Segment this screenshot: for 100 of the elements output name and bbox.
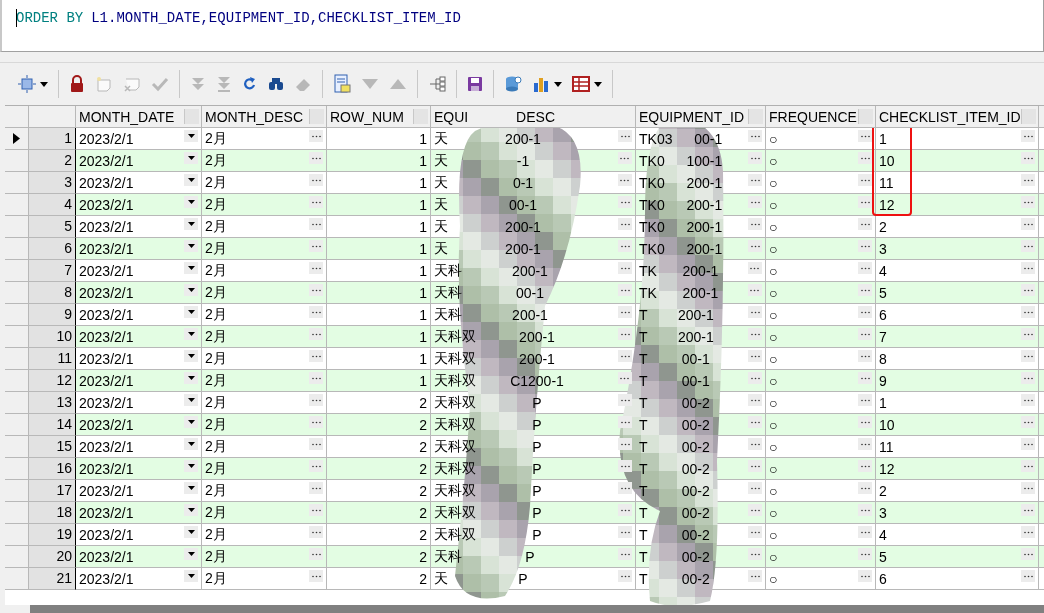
ellipsis-button[interactable] <box>309 548 323 560</box>
ellipsis-button[interactable] <box>858 130 872 142</box>
dropdown-button[interactable] <box>184 328 198 340</box>
ellipsis-button[interactable] <box>618 152 632 164</box>
ellipsis-button[interactable] <box>1021 460 1035 472</box>
dropdown-button[interactable] <box>184 460 198 472</box>
ellipsis-button[interactable] <box>748 482 762 494</box>
horizontal-scrollbar[interactable] <box>30 605 1044 613</box>
ellipsis-button[interactable] <box>309 218 323 230</box>
ellipsis-button[interactable] <box>1021 350 1035 362</box>
ellipsis-button[interactable] <box>1021 438 1035 450</box>
ellipsis-button[interactable] <box>618 350 632 362</box>
ellipsis-button[interactable] <box>618 306 632 318</box>
ellipsis-button[interactable] <box>618 284 632 296</box>
ellipsis-button[interactable] <box>858 482 872 494</box>
ellipsis-button[interactable] <box>309 482 323 494</box>
ellipsis-button[interactable] <box>618 460 632 472</box>
column-header[interactable]: CHECKLIST_ITEM_ID <box>876 106 1039 128</box>
column-header[interactable]: FREQUENCE <box>766 106 876 128</box>
ellipsis-button[interactable] <box>309 460 323 472</box>
ellipsis-button[interactable] <box>618 240 632 252</box>
ellipsis-button[interactable] <box>748 416 762 428</box>
ellipsis-button[interactable] <box>618 416 632 428</box>
dropdown-button[interactable] <box>184 482 198 494</box>
ellipsis-button[interactable] <box>748 504 762 516</box>
dropdown-button[interactable] <box>184 394 198 406</box>
dropdown-button[interactable] <box>184 218 198 230</box>
ellipsis-button[interactable] <box>1021 262 1035 274</box>
ellipsis-button[interactable] <box>858 438 872 450</box>
ellipsis-button[interactable] <box>1021 328 1035 340</box>
ellipsis-button[interactable] <box>309 130 323 142</box>
row-indicator[interactable] <box>5 128 29 150</box>
ellipsis-button[interactable] <box>618 482 632 494</box>
ellipsis-button[interactable] <box>858 548 872 560</box>
ellipsis-button[interactable] <box>309 372 323 384</box>
ellipsis-button[interactable] <box>1021 174 1035 186</box>
ellipsis-button[interactable] <box>1021 152 1035 164</box>
ellipsis-button[interactable] <box>858 196 872 208</box>
dropdown-button[interactable] <box>184 306 198 318</box>
ellipsis-button[interactable] <box>1021 526 1035 538</box>
ellipsis-button[interactable] <box>748 218 762 230</box>
ellipsis-button[interactable] <box>1021 394 1035 406</box>
ellipsis-button[interactable] <box>858 372 872 384</box>
ellipsis-button[interactable] <box>618 394 632 406</box>
ellipsis-button[interactable] <box>748 174 762 186</box>
ellipsis-button[interactable] <box>748 548 762 560</box>
ellipsis-button[interactable] <box>1021 482 1035 494</box>
ellipsis-button[interactable] <box>748 438 762 450</box>
ellipsis-button[interactable] <box>1021 130 1035 142</box>
ellipsis-button[interactable] <box>858 174 872 186</box>
ellipsis-button[interactable] <box>748 152 762 164</box>
ellipsis-button[interactable] <box>858 460 872 472</box>
dropdown-button[interactable] <box>184 504 198 516</box>
ellipsis-button[interactable] <box>858 504 872 516</box>
ellipsis-button[interactable] <box>1021 372 1035 384</box>
dropdown-button[interactable] <box>184 284 198 296</box>
ellipsis-button[interactable] <box>748 350 762 362</box>
ellipsis-button[interactable] <box>858 328 872 340</box>
dropdown-button[interactable] <box>184 262 198 274</box>
ellipsis-button[interactable] <box>748 240 762 252</box>
ellipsis-button[interactable] <box>748 130 762 142</box>
ellipsis-button[interactable] <box>1021 218 1035 230</box>
ellipsis-button[interactable] <box>618 570 632 582</box>
ellipsis-button[interactable] <box>618 372 632 384</box>
ellipsis-button[interactable] <box>618 218 632 230</box>
ellipsis-button[interactable] <box>748 460 762 472</box>
dropdown-button[interactable] <box>184 240 198 252</box>
ellipsis-button[interactable] <box>748 306 762 318</box>
ellipsis-button[interactable] <box>309 504 323 516</box>
column-header[interactable]: MONTH_DESC <box>202 106 327 128</box>
ellipsis-button[interactable] <box>858 306 872 318</box>
ellipsis-button[interactable] <box>858 218 872 230</box>
ellipsis-button[interactable] <box>1021 548 1035 560</box>
column-header[interactable]: MONTH_DATE <box>76 106 202 128</box>
ellipsis-button[interactable] <box>309 262 323 274</box>
ellipsis-button[interactable] <box>309 152 323 164</box>
ellipsis-button[interactable] <box>748 328 762 340</box>
ellipsis-button[interactable] <box>1021 416 1035 428</box>
ellipsis-button[interactable] <box>748 372 762 384</box>
ellipsis-button[interactable] <box>618 174 632 186</box>
ellipsis-button[interactable] <box>858 416 872 428</box>
ellipsis-button[interactable] <box>309 350 323 362</box>
dropdown-button[interactable] <box>184 152 198 164</box>
ellipsis-button[interactable] <box>618 130 632 142</box>
ellipsis-button[interactable] <box>858 262 872 274</box>
dropdown-button[interactable] <box>184 196 198 208</box>
ellipsis-button[interactable] <box>309 416 323 428</box>
ellipsis-button[interactable] <box>309 394 323 406</box>
ellipsis-button[interactable] <box>1021 306 1035 318</box>
ellipsis-button[interactable] <box>1021 284 1035 296</box>
ellipsis-button[interactable] <box>309 570 323 582</box>
dropdown-button[interactable] <box>184 548 198 560</box>
ellipsis-button[interactable] <box>618 262 632 274</box>
ellipsis-button[interactable] <box>1021 240 1035 252</box>
ellipsis-button[interactable] <box>858 394 872 406</box>
ellipsis-button[interactable] <box>618 196 632 208</box>
ellipsis-button[interactable] <box>858 570 872 582</box>
ellipsis-button[interactable] <box>1021 570 1035 582</box>
column-header[interactable]: EQUI DESC <box>431 106 636 128</box>
ellipsis-button[interactable] <box>858 152 872 164</box>
